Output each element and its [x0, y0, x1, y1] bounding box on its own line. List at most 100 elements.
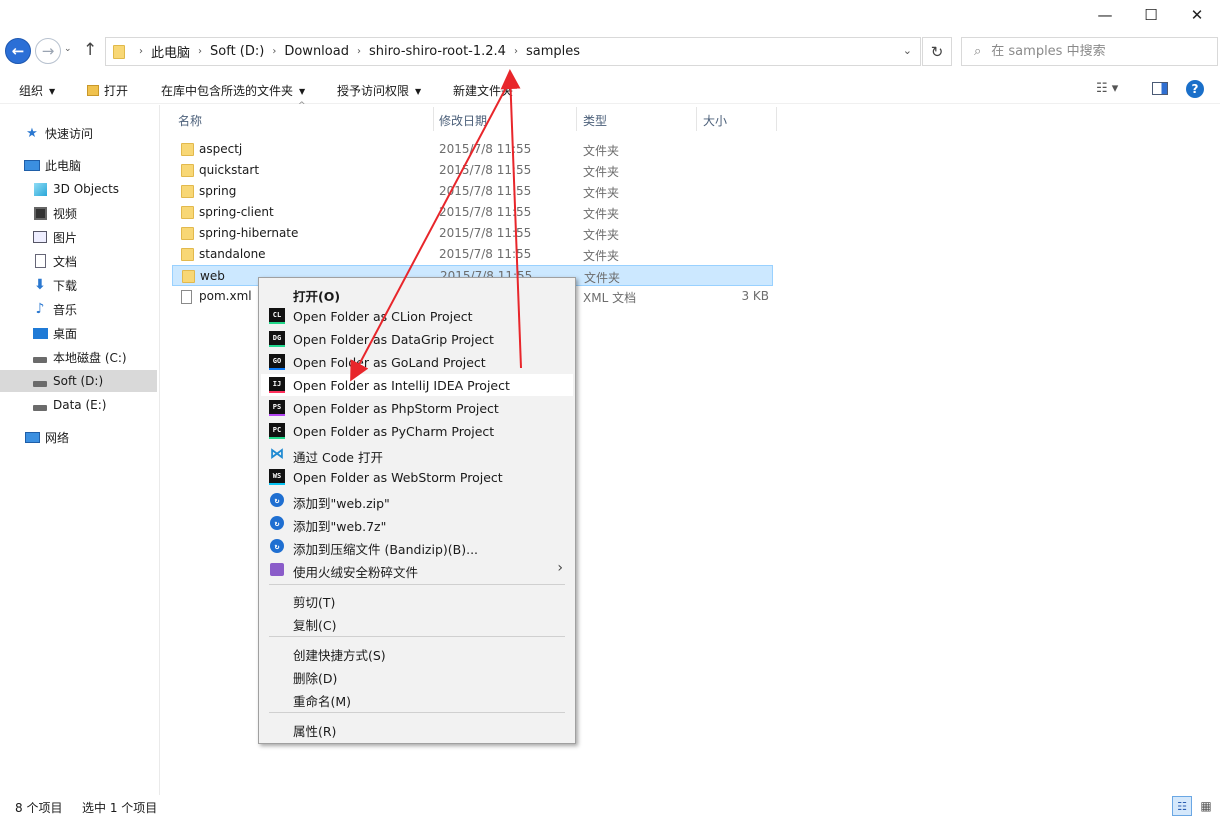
- file-name: spring-hibernate: [199, 226, 299, 240]
- sidebar-item-videos[interactable]: 视频: [32, 202, 77, 224]
- file-row[interactable]: quickstart 2015/7/8 11:55 文件夹: [172, 160, 773, 181]
- breadcrumb-soft-d[interactable]: Soft (D:): [210, 44, 264, 59]
- breadcrumb-download[interactable]: Download: [284, 44, 349, 59]
- intellij-icon: IJ: [269, 377, 285, 393]
- column-divider[interactable]: [696, 107, 697, 131]
- menu-item-label: 删除(D): [293, 671, 338, 686]
- large-icons-view-button[interactable]: ▦: [1198, 798, 1214, 814]
- help-button[interactable]: ?: [1186, 80, 1204, 98]
- recent-locations-button[interactable]: ⌄: [64, 44, 72, 54]
- column-divider[interactable]: [433, 107, 434, 131]
- sidebar-item-this-pc[interactable]: 此电脑: [24, 154, 81, 176]
- menu-item-open-clion[interactable]: CL Open Folder as CLion Project: [261, 305, 573, 327]
- breadcrumb-samples[interactable]: samples: [526, 44, 580, 59]
- file-type: 文件夹: [584, 271, 621, 285]
- menu-item-shred-file[interactable]: 使用火绒安全粉碎文件 ›: [261, 558, 573, 580]
- details-view-button[interactable]: ☷: [1172, 796, 1192, 816]
- menu-item-open-with-code[interactable]: ⋈ 通过 Code 打开: [261, 443, 573, 465]
- search-input[interactable]: [991, 44, 1192, 59]
- menu-item-open-pycharm[interactable]: PC Open Folder as PyCharm Project: [261, 420, 573, 442]
- arrow-left-icon: ←: [11, 42, 25, 60]
- sidebar-item-quick-access[interactable]: ★ 快速访问: [24, 122, 93, 144]
- column-header-name[interactable]: 名称: [178, 112, 202, 129]
- column-divider[interactable]: [576, 107, 577, 131]
- forward-button[interactable]: →: [35, 38, 61, 64]
- menu-item-open-datagrip[interactable]: DG Open Folder as DataGrip Project: [261, 328, 573, 350]
- menu-item-open[interactable]: 打开(O): [261, 282, 573, 304]
- sidebar-item-desktop[interactable]: 桌面: [32, 322, 77, 344]
- menu-item-copy[interactable]: 复制(C): [261, 611, 573, 633]
- view-options-button[interactable]: ☷ ▾: [1096, 81, 1118, 96]
- breadcrumb-shiro-root[interactable]: shiro-shiro-root-1.2.4: [369, 44, 506, 59]
- folder-icon: [181, 185, 194, 198]
- menu-item-delete[interactable]: 删除(D): [261, 664, 573, 686]
- chevron-down-icon[interactable]: ⌄: [903, 44, 912, 57]
- menu-item-rename[interactable]: 重命名(M): [261, 687, 573, 709]
- menu-item-add-to-archive[interactable]: ↻ 添加到压缩文件 (Bandizip)(B)...: [261, 535, 573, 557]
- sidebar-item-label: 桌面: [53, 326, 78, 341]
- include-in-library-button[interactable]: 在库中包含所选的文件夹 ▼: [161, 82, 305, 99]
- back-button[interactable]: ←: [5, 38, 31, 64]
- file-row[interactable]: aspectj 2015/7/8 11:55 文件夹: [172, 139, 773, 160]
- up-button[interactable]: ↑: [83, 40, 97, 60]
- file-modified: 2015/7/8 11:55: [439, 142, 532, 156]
- menu-item-open-phpstorm[interactable]: PS Open Folder as PhpStorm Project: [261, 397, 573, 419]
- maximize-button[interactable]: ☐: [1128, 0, 1174, 30]
- new-folder-button[interactable]: 新建文件夹: [453, 82, 513, 99]
- menu-item-label: 剪切(T): [293, 595, 336, 610]
- chevron-right-icon[interactable]: ›: [357, 46, 361, 57]
- open-folder-icon: [87, 85, 99, 96]
- sidebar-item-pictures[interactable]: 图片: [32, 226, 77, 248]
- file-row[interactable]: spring-client 2015/7/8 11:55 文件夹: [172, 202, 773, 223]
- chevron-right-icon[interactable]: ›: [198, 46, 202, 57]
- menu-item-cut[interactable]: 剪切(T): [261, 588, 573, 610]
- column-header-modified[interactable]: 修改日期: [439, 112, 487, 129]
- menu-item-create-shortcut[interactable]: 创建快捷方式(S): [261, 641, 573, 663]
- open-button[interactable]: 打开: [87, 82, 128, 99]
- menu-item-label: Open Folder as GoLand Project: [293, 355, 486, 370]
- file-row[interactable]: spring 2015/7/8 11:55 文件夹: [172, 181, 773, 202]
- chevron-right-icon[interactable]: ›: [272, 46, 276, 57]
- sidebar-item-documents[interactable]: 文档: [32, 250, 77, 272]
- sidebar-item-label: 3D Objects: [53, 182, 120, 196]
- breadcrumb-this-pc[interactable]: 此电脑: [151, 42, 190, 61]
- refresh-icon: ↻: [930, 42, 944, 61]
- file-row[interactable]: standalone 2015/7/8 11:55 文件夹: [172, 244, 773, 265]
- file-type: 文件夹: [583, 165, 620, 179]
- sidebar-item-drive-c[interactable]: 本地磁盘 (C:): [32, 346, 127, 368]
- sidebar-item-network[interactable]: 网络: [24, 426, 69, 448]
- menu-item-properties[interactable]: 属性(R): [261, 717, 573, 739]
- address-bar[interactable]: › 此电脑 › Soft (D:) › Download › shiro-shi…: [105, 37, 921, 66]
- menu-item-open-goland[interactable]: GO Open Folder as GoLand Project: [261, 351, 573, 373]
- folder-icon: [181, 248, 194, 261]
- minimize-button[interactable]: —: [1082, 0, 1128, 30]
- file-row[interactable]: spring-hibernate 2015/7/8 11:55 文件夹: [172, 223, 773, 244]
- search-box[interactable]: ⌕: [961, 37, 1218, 66]
- file-name: spring-client: [199, 205, 274, 219]
- menu-item-add-to-7z[interactable]: ↻ 添加到"web.7z": [261, 512, 573, 534]
- sidebar-item-label: 视频: [53, 206, 78, 221]
- menu-item-open-intellij[interactable]: IJ Open Folder as IntelliJ IDEA Project: [261, 374, 573, 396]
- column-divider[interactable]: [776, 107, 777, 131]
- caret-down-icon: ▼: [415, 87, 422, 96]
- column-header-type[interactable]: 类型: [583, 112, 607, 129]
- sidebar-item-downloads[interactable]: ⬇ 下载: [32, 274, 77, 296]
- sidebar-item-label: 此电脑: [45, 158, 82, 173]
- sidebar-item-drive-e[interactable]: Data (E:): [32, 394, 106, 416]
- sidebar-item-drive-d[interactable]: Soft (D:): [0, 370, 157, 392]
- refresh-button[interactable]: ↻: [922, 37, 952, 66]
- chevron-right-icon[interactable]: ›: [514, 46, 518, 57]
- preview-pane-toggle[interactable]: [1152, 82, 1168, 95]
- file-name: standalone: [199, 247, 266, 261]
- share-with-button[interactable]: 授予访问权限 ▼: [337, 82, 421, 99]
- close-button[interactable]: ✕: [1174, 0, 1220, 30]
- menu-item-open-webstorm[interactable]: WS Open Folder as WebStorm Project: [261, 466, 573, 488]
- sidebar-item-3d-objects[interactable]: 3D Objects: [32, 178, 119, 200]
- context-menu: 打开(O) CL Open Folder as CLion Project DG O…: [258, 277, 576, 744]
- menu-item-add-to-zip[interactable]: ↻ 添加到"web.zip": [261, 489, 573, 511]
- open-label: 打开: [104, 84, 129, 98]
- column-header-size[interactable]: 大小: [703, 112, 727, 129]
- menu-separator: [269, 636, 565, 637]
- organize-button[interactable]: 组织 ▼: [19, 82, 55, 99]
- sidebar-item-music[interactable]: ♪ 音乐: [32, 298, 77, 320]
